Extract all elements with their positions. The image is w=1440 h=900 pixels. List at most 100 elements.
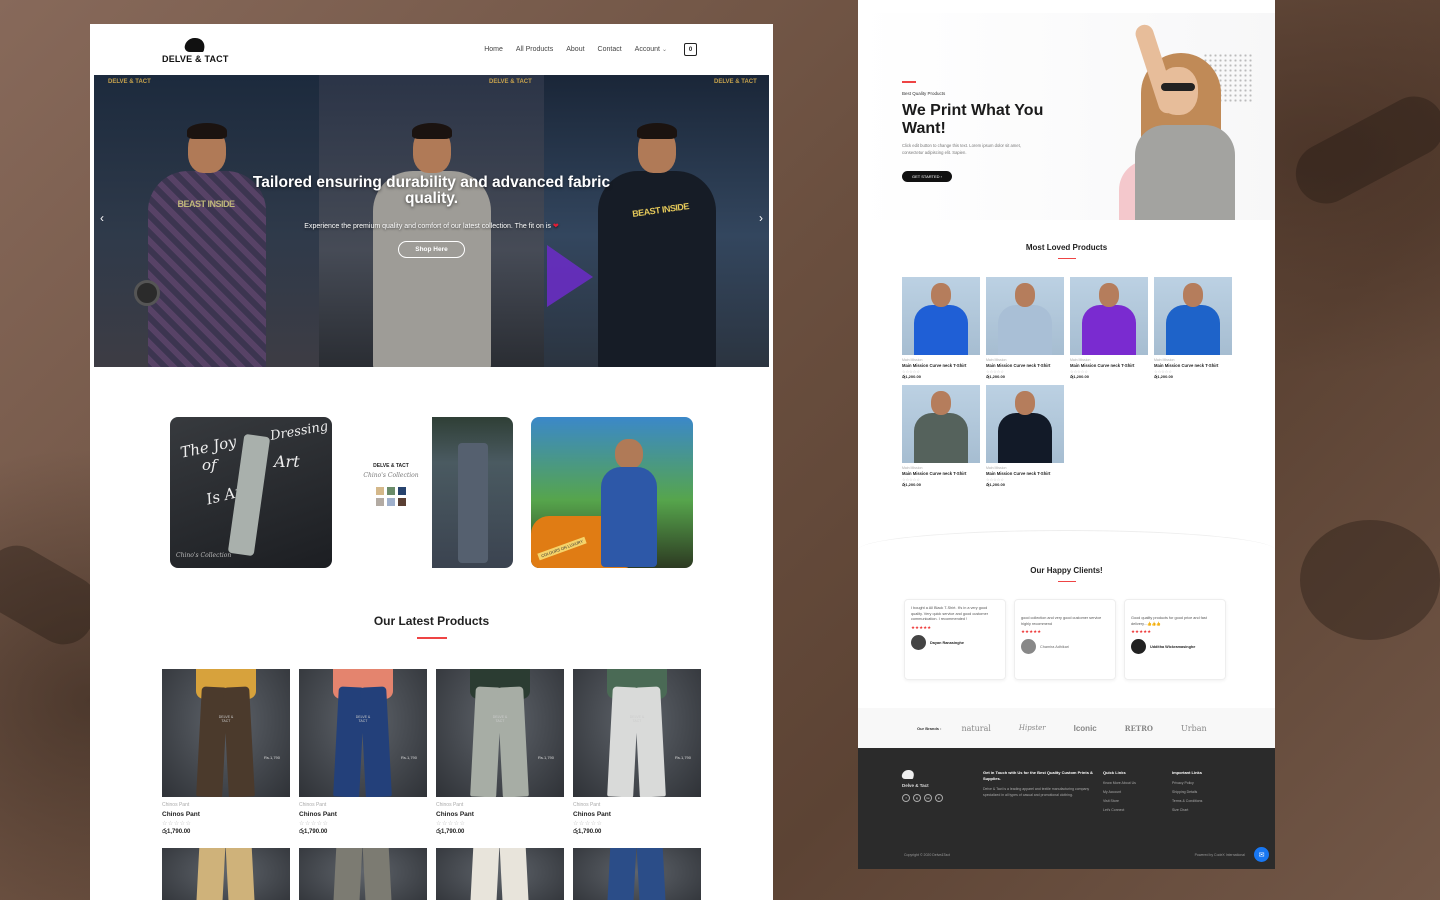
brand-logo[interactable]: DELVE & TACT (162, 36, 229, 64)
product-card[interactable]: DELVE & TACT Rs.1,790 Chinos Pant Chinos… (162, 669, 290, 836)
swatch (398, 487, 406, 495)
product-category: Main Mission (986, 358, 1007, 362)
footer-quick-links: Quick Links Know More About Us My Accoun… (1103, 770, 1136, 812)
brand-logo-hipster[interactable]: Hipster (1019, 724, 1046, 732)
footer-link[interactable]: My Account (1103, 790, 1136, 794)
chinos-swatch-panel: DELVE & TACT Chino's Collection (351, 417, 432, 568)
model-face (1158, 67, 1198, 115)
latest-products-title: Our Latest Products (373, 614, 490, 628)
script-art: Art (274, 452, 300, 471)
review-stars: ★★★★★ (911, 625, 932, 631)
footer-link[interactable]: Know More About Us (1103, 781, 1136, 785)
review-card: Good quality products for good price and… (1124, 599, 1226, 680)
hero-brand-tag: DELVE & TACT (108, 79, 151, 85)
cart-icon[interactable]: 0 (684, 43, 697, 56)
get-started-button[interactable]: GET STARTED › (902, 171, 953, 182)
linkedin-icon[interactable]: in (935, 794, 943, 802)
product-name: Chinos Pant (436, 811, 474, 818)
product-category: Main Mission (986, 466, 1007, 470)
product-tag: Rs.1,790 (400, 755, 417, 760)
pants-figure (470, 669, 530, 797)
product-price: රු1,790.00 (573, 829, 602, 835)
footer-link[interactable]: Size Chart (1172, 808, 1202, 812)
get-started-label: GET STARTED (912, 174, 940, 179)
model-shirt (601, 467, 657, 567)
brand-logo-iconic[interactable]: Iconic (1074, 724, 1097, 733)
product-image (902, 385, 980, 463)
instagram-icon[interactable]: ig (913, 794, 921, 802)
script-dressing: Dressing (269, 419, 330, 444)
messenger-chat-icon[interactable]: ✉ (1254, 847, 1269, 862)
nav-home[interactable]: Home (484, 46, 503, 53)
clients-section: Our Happy Clients! (858, 566, 1275, 583)
footer-link[interactable]: Let's Connect (1103, 808, 1136, 812)
nav-about[interactable]: About (566, 46, 584, 53)
product-category: Chinos Pant (436, 802, 464, 808)
pants-figure (333, 669, 393, 797)
product-price: රු1,790.00 (436, 829, 465, 835)
model-head (931, 391, 951, 415)
footer-link[interactable]: Visit Store (1103, 799, 1136, 803)
product-card[interactable]: DELVE & TACT Rs.1,790 Chinos Pant Chinos… (573, 669, 701, 836)
nav-account[interactable]: Account ⌄ (635, 46, 667, 53)
homepage-screenshot: DELVE & TACT Home All Products About Con… (90, 24, 773, 900)
hero-model-image (1103, 22, 1253, 220)
product-card[interactable] (162, 848, 290, 900)
product-card[interactable]: Main Mission Main Mission Curve neck T-S… (986, 277, 1064, 379)
hero-subtitle: Experience the premium quality and comfo… (94, 222, 769, 230)
review-text: good collection and very good customer s… (1021, 616, 1102, 626)
product-card[interactable]: DELVE & TACT Rs.1,790 Chinos Pant Chinos… (299, 669, 427, 836)
product-card[interactable]: Main Mission Main Mission Curve neck T-S… (986, 385, 1064, 487)
product-card[interactable] (436, 848, 564, 900)
bull-logo-icon (181, 36, 209, 54)
model-head (1015, 391, 1035, 415)
nav-contact[interactable]: Contact (598, 46, 622, 53)
tshirt-shape (998, 413, 1052, 463)
collection-card-joy-of-dressing[interactable]: The Joy of Is An Dressing Art Chino's Co… (170, 417, 332, 568)
footer-link[interactable]: Privacy Policy (1172, 781, 1202, 785)
brand-logo-natural[interactable]: natural (961, 724, 990, 733)
pant-leg (223, 686, 255, 797)
product-name: Main Mission Curve neck T-Shirt (902, 363, 967, 368)
product-card[interactable]: DELVE & TACT Rs.1,790 Chinos Pant Chinos… (436, 669, 564, 836)
slider-next-arrow-icon[interactable]: › (759, 211, 763, 225)
latest-products-section: Our Latest Products (90, 614, 773, 639)
model-head (1015, 283, 1035, 307)
eyebrow-line (902, 81, 916, 83)
product-card[interactable]: Main Mission Main Mission Curve neck T-S… (902, 385, 980, 487)
product-image: DELVE & TACT Rs.1,790 (573, 669, 701, 797)
footer-link[interactable]: Terms & Conditions (1172, 799, 1202, 803)
product-logo-text: DELVE & TACT (629, 715, 645, 723)
product-logo-text: DELVE & TACT (355, 715, 371, 723)
slider-prev-arrow-icon[interactable]: ‹ (100, 211, 104, 225)
product-name: Main Mission Curve neck T-Shirt (986, 363, 1051, 368)
footer-link[interactable]: Shipping Details (1172, 790, 1202, 794)
nav-all-products[interactable]: All Products (516, 46, 553, 53)
product-card[interactable]: Main Mission Main Mission Curve neck T-S… (1070, 277, 1148, 379)
collection-card-chinos[interactable]: DELVE & TACT Chino's Collection (350, 417, 513, 568)
twitter-icon[interactable]: tw (924, 794, 932, 802)
nav-account-label: Account (634, 46, 660, 53)
product-name: Chinos Pant (573, 811, 611, 818)
product-card[interactable]: Main Mission Main Mission Curve neck T-S… (902, 277, 980, 379)
product-logo-text: DELVE & TACT (492, 715, 508, 723)
brand-logo-retro[interactable]: RETRO (1125, 724, 1153, 733)
collection-card-lifestyle[interactable]: COLOURS ON LUXURY (531, 417, 693, 568)
product-card[interactable] (573, 848, 701, 900)
most-loved-title: Most Loved Products (1025, 243, 1108, 252)
facebook-icon[interactable]: f (902, 794, 910, 802)
model-head (1099, 283, 1119, 307)
shop-here-button[interactable]: Shop Here (398, 240, 465, 258)
most-loved-grid: Main Mission Main Mission Curve neck T-S… (902, 277, 1232, 487)
product-price: රු1,200.00 (902, 374, 921, 379)
product-price: රු1,200.00 (1154, 374, 1173, 379)
product-card[interactable]: Main Mission Main Mission Curve neck T-S… (1154, 277, 1232, 379)
brand-logo-urban[interactable]: Urban (1181, 724, 1207, 733)
reviewer: Dayan Ranasinghe (911, 635, 999, 651)
model-hair (636, 123, 677, 139)
avatar (1021, 639, 1036, 655)
product-card[interactable] (299, 848, 427, 900)
hero-brand-tag: DELVE & TACT (714, 79, 757, 85)
brand-name: DELVE & TACT (162, 53, 229, 64)
quick-links-heading: Quick Links (1103, 770, 1126, 775)
